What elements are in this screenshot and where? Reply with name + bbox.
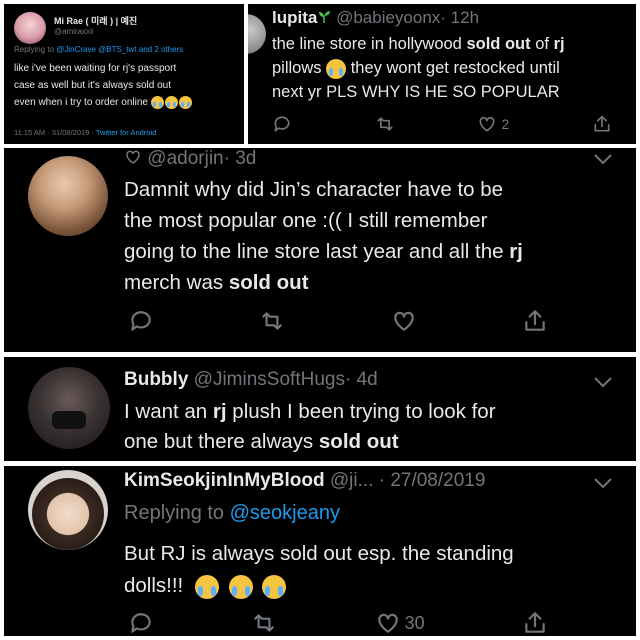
avatar[interactable]	[28, 156, 108, 236]
reply-mention[interactable]: @seokjeany	[230, 502, 340, 524]
crying-emoji	[164, 95, 178, 109]
crying-emoji	[150, 95, 164, 109]
heart-icon	[393, 311, 414, 331]
share-button[interactable]	[522, 308, 548, 334]
avatar[interactable]	[28, 367, 110, 449]
retweet-button[interactable]	[375, 114, 395, 134]
heart-icon	[479, 116, 495, 132]
reply-icon	[131, 311, 151, 331]
handle[interactable]: @babieyoonx	[336, 8, 440, 27]
display-name[interactable]: Mi Rae ( 미래 ) | 예진	[54, 14, 137, 27]
tweet-text: I want an rj plush I been trying to look…	[124, 400, 496, 453]
tweet-header: @adorjin· 3d	[124, 148, 256, 172]
client-link[interactable]: Twitter for Android	[96, 128, 156, 137]
mask-icon	[52, 411, 86, 429]
tweet-card-lupita[interactable]: lupita @babieyoonx· 12h the line store i…	[248, 4, 636, 144]
crying-emoji	[194, 574, 219, 599]
crying-emoji	[178, 95, 192, 109]
reply-button[interactable]	[128, 610, 154, 636]
handle[interactable]: @adorjin	[147, 148, 223, 169]
share-button[interactable]	[522, 610, 548, 636]
tweet-header: lupita @babieyoonx· 12h	[272, 8, 480, 27]
reply-button[interactable]	[128, 308, 154, 334]
display-name[interactable]: KimSeokjinInMyBlood	[124, 470, 325, 491]
tweet-text: But RJ is always sold out esp. the stand…	[124, 542, 514, 599]
replying-to: Replying to @seokjeany	[124, 502, 340, 524]
tweet-card-bubbly[interactable]: Bubbly @JiminsSoftHugs· 4d I want an rj …	[4, 357, 636, 461]
share-icon	[525, 310, 545, 331]
crying-emoji	[326, 58, 347, 79]
tweet-card-kimseokjin[interactable]: KimSeokjinInMyBlood @ji... · 27/08/2019 …	[4, 466, 636, 636]
avatar[interactable]	[14, 12, 46, 44]
reply-icon	[274, 116, 290, 132]
retweet-icon	[262, 312, 283, 330]
sprout-icon	[317, 9, 331, 23]
handle[interactable]: @amiraxxii	[54, 27, 94, 36]
tweet-header: Bubbly @JiminsSoftHugs· 4d	[124, 369, 378, 390]
display-name[interactable]: Bubbly	[124, 369, 188, 390]
retweet-icon	[377, 117, 393, 131]
crying-emoji	[262, 574, 287, 599]
retweet-icon	[254, 614, 275, 632]
tweet-card-adorjin[interactable]: @adorjin· 3d Damnit why did Jin’s charac…	[4, 148, 636, 352]
timestamp: 11:15 AM · 31/08/2019 · Twitter for Andr…	[14, 128, 157, 137]
retweet-button[interactable]	[259, 308, 285, 334]
share-button[interactable]	[592, 114, 612, 134]
like-count: 2	[501, 116, 510, 132]
retweet-button[interactable]	[251, 610, 277, 636]
display-name[interactable]: lupita	[272, 8, 317, 27]
share-icon	[525, 612, 545, 633]
avatar[interactable]	[28, 470, 108, 550]
tweet-actions: 30	[128, 610, 548, 636]
reply-mentions[interactable]: @JinCrave @BTS_twt	[56, 45, 136, 54]
reply-button[interactable]	[272, 114, 292, 134]
tweet-card-mirae[interactable]: Mi Rae ( 미래 ) | 예진 @amiraxxii Replying t…	[4, 4, 244, 144]
tweet-header: KimSeokjinInMyBlood @ji... · 27/08/2019	[124, 470, 486, 491]
reply-icon	[131, 613, 151, 633]
tweet-text: Damnit why did Jin’s character have to b…	[124, 178, 523, 294]
avatar[interactable]	[248, 14, 266, 54]
tweet-actions: 2	[272, 114, 612, 134]
heart-icon	[124, 148, 142, 172]
like-button[interactable]: 30	[375, 610, 425, 636]
crying-emoji	[228, 574, 253, 599]
like-button[interactable]	[391, 308, 417, 334]
tweet-text: the line store in hollywood sold out of …	[272, 35, 565, 101]
chevron-down-icon[interactable]	[592, 152, 614, 171]
like-count: 30	[404, 612, 425, 633]
handle[interactable]: @ji...	[330, 470, 374, 491]
share-icon	[594, 115, 610, 132]
tweet-actions	[128, 308, 548, 334]
chevron-down-icon[interactable]	[592, 476, 614, 495]
heart-icon	[377, 613, 398, 633]
like-button[interactable]: 2	[477, 114, 509, 134]
tweet-text: like i've been waiting for rj's passport…	[14, 60, 192, 111]
replying-to: Replying to @JinCrave @BTS_twt and 2 oth…	[14, 45, 184, 54]
chevron-down-icon[interactable]	[592, 375, 614, 394]
handle[interactable]: @JiminsSoftHugs	[194, 369, 345, 390]
